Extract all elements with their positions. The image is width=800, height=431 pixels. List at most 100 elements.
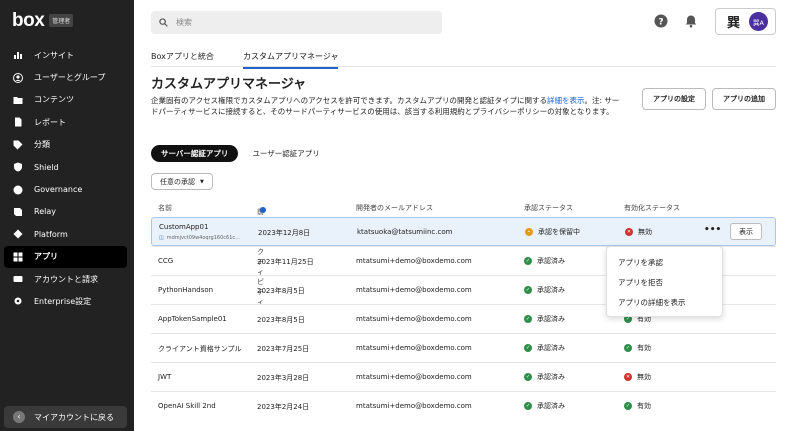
table-row[interactable]: クライアント資格サンプル 2023年7月25日 mtatsumi+demo@bo… bbox=[151, 333, 776, 362]
header-approval-status[interactable]: 承認ステータス bbox=[524, 203, 573, 213]
check-icon: ✓ bbox=[524, 402, 532, 410]
dev-email: mtatsumi+demo@boxdemo.com bbox=[356, 257, 472, 265]
dev-email: mtatsumi+demo@boxdemo.com bbox=[356, 315, 472, 323]
folder-icon bbox=[13, 95, 23, 105]
search-icon bbox=[159, 18, 168, 27]
sidebar: box 管理者 インサイト ユーザーとグループ コンテンツ レポート 分類 Sh… bbox=[0, 0, 134, 431]
table-row[interactable]: JWT 2023年3月28日 mtatsumi+demo@boxdemo.com… bbox=[151, 362, 776, 391]
sidebar-item-content[interactable]: コンテンツ bbox=[4, 89, 127, 111]
app-name[interactable]: CCG bbox=[158, 257, 173, 265]
sidebar-item-enterprise-settings[interactable]: Enterprise設定 bbox=[4, 290, 127, 312]
platform-icon bbox=[13, 229, 23, 239]
approval-filter-dropdown[interactable]: 任意の承認 ▼ bbox=[151, 173, 213, 190]
admin-badge: 管理者 bbox=[49, 14, 74, 27]
dev-email: mtatsumi+demo@boxdemo.com bbox=[356, 286, 472, 294]
last-activity: 2023年3月28日 bbox=[257, 374, 310, 382]
last-activity: 2023年11月25日 bbox=[257, 258, 314, 266]
bar-chart-icon bbox=[13, 50, 23, 60]
box-logo[interactable]: box 管理者 bbox=[12, 10, 74, 31]
sidebar-item-label: Enterprise設定 bbox=[34, 296, 92, 306]
view-button[interactable]: 表示 bbox=[730, 223, 762, 240]
check-icon: ✓ bbox=[524, 286, 532, 294]
client-id: ◫ mdmjvct09w4oqrg160c61c... bbox=[159, 235, 240, 241]
approval-status: ✓ 承認済み bbox=[524, 314, 565, 324]
logo-text: box bbox=[12, 10, 45, 31]
approval-status: ✓ 承認済み bbox=[524, 343, 565, 353]
settings-icon bbox=[13, 296, 23, 306]
desc-text-1: 企業固有のアクセス権限でカスタムアプリへのアクセスを許可できます。カスタムアプリ… bbox=[151, 96, 547, 105]
last-activity: 2023年12月8日 bbox=[258, 229, 311, 237]
enable-status: ✕ 無効 bbox=[625, 227, 652, 237]
page-title: カスタムアプリマネージャ bbox=[151, 77, 307, 92]
sidebar-item-reports[interactable]: レポート bbox=[4, 111, 127, 133]
tab-box-apps[interactable]: Boxアプリと統合 bbox=[151, 51, 214, 62]
sidebar-item-shield[interactable]: Shield bbox=[4, 156, 127, 178]
sidebar-item-apps[interactable]: アプリ bbox=[4, 245, 127, 268]
search-bar[interactable] bbox=[151, 11, 442, 34]
sidebar-item-governance[interactable]: Governance bbox=[4, 178, 127, 200]
sidebar-item-label: Governance bbox=[34, 185, 83, 195]
search-input[interactable] bbox=[176, 18, 416, 27]
approval-text: 承認済み bbox=[537, 344, 565, 352]
header-dev-email[interactable]: 開発者のメールアドレス bbox=[356, 203, 433, 213]
last-activity: 2023年2月24日 bbox=[257, 403, 310, 411]
back-to-my-account[interactable]: ‹ マイアカウントに戻る bbox=[4, 406, 127, 428]
svg-text:?: ? bbox=[658, 18, 663, 28]
sidebar-item-platform[interactable]: Platform bbox=[4, 223, 127, 245]
back-label: マイアカウントに戻る bbox=[34, 412, 114, 422]
link-icon: ◫ bbox=[159, 235, 164, 241]
dev-email: mtatsumi+demo@boxdemo.com bbox=[356, 373, 472, 381]
sidebar-item-classification[interactable]: 分類 bbox=[4, 134, 127, 156]
app-name[interactable]: CustomApp01 bbox=[159, 223, 208, 231]
governance-icon bbox=[13, 185, 23, 195]
last-activity: 2023年8月5日 bbox=[257, 287, 305, 295]
sidebar-item-label: アカウントと請求 bbox=[34, 274, 98, 284]
details-link[interactable]: 詳細を表示 bbox=[547, 96, 585, 105]
help-icon[interactable]: ? bbox=[654, 14, 668, 28]
check-icon: ✓ bbox=[624, 344, 632, 352]
last-activity: 2023年8月5日 bbox=[257, 316, 305, 324]
app-name[interactable]: PythonHandson bbox=[158, 286, 213, 294]
app-settings-button[interactable]: アプリの設定 bbox=[642, 88, 706, 110]
enable-status: ✓ 有効 bbox=[624, 401, 651, 411]
sidebar-item-insights[interactable]: インサイト bbox=[4, 44, 127, 66]
approval-status: ✓ 承認済み bbox=[524, 401, 565, 411]
sidebar-item-label: 分類 bbox=[34, 140, 50, 150]
dev-email: mtatsumi+demo@boxdemo.com bbox=[356, 402, 472, 410]
menu-view-app-details[interactable]: アプリの詳細を表示 bbox=[607, 292, 722, 312]
enable-text: 無効 bbox=[638, 228, 652, 236]
sidebar-item-users[interactable]: ユーザーとグループ bbox=[4, 66, 127, 88]
more-options-button[interactable]: ••• bbox=[704, 225, 721, 239]
approval-text: 承認を保留中 bbox=[538, 228, 580, 236]
table-row[interactable]: CustomApp01 ◫ mdmjvct09w4oqrg160c61c... 2… bbox=[151, 217, 776, 246]
header-name[interactable]: 名前 bbox=[158, 203, 172, 213]
tab-user-auth-apps[interactable]: ユーザー認証アプリ bbox=[242, 145, 329, 162]
app-name[interactable]: OpenAI Skill 2nd bbox=[158, 402, 216, 410]
app-name[interactable]: AppTokenSample01 bbox=[158, 315, 227, 323]
client-id-text: mdmjvct09w4oqrg160c61c... bbox=[166, 235, 240, 241]
sidebar-item-label: レポート bbox=[34, 117, 66, 127]
tab-server-auth-apps[interactable]: サーバー認証アプリ bbox=[151, 145, 239, 162]
last-activity: 2023年7月25日 bbox=[257, 345, 310, 353]
header-enable-status[interactable]: 有効化ステータス bbox=[624, 203, 680, 213]
bell-icon[interactable] bbox=[684, 14, 698, 28]
user-menu[interactable]: 巽 巽A bbox=[715, 8, 776, 35]
menu-reject-app[interactable]: アプリを拒否 bbox=[607, 272, 722, 292]
relay-icon bbox=[13, 207, 23, 217]
user-icon bbox=[13, 72, 23, 83]
approval-text: 承認済み bbox=[537, 402, 565, 410]
app-name[interactable]: クライアント資格サンプル bbox=[158, 344, 242, 354]
enable-text: 有効 bbox=[637, 402, 651, 410]
enable-status: ✕ 無効 bbox=[624, 372, 651, 382]
sidebar-nav: インサイト ユーザーとグループ コンテンツ レポート 分類 Shield Gov… bbox=[4, 44, 127, 313]
sidebar-item-relay[interactable]: Relay bbox=[4, 201, 127, 223]
add-app-button[interactable]: アプリの追加 bbox=[712, 88, 776, 110]
menu-approve-app[interactable]: アプリを承認 bbox=[607, 252, 722, 272]
table-row[interactable]: OpenAI Skill 2nd 2023年2月24日 mtatsumi+dem… bbox=[151, 391, 776, 420]
app-name[interactable]: JWT bbox=[158, 373, 171, 381]
tab-bar: Boxアプリと統合 カスタムアプリマネージャ bbox=[151, 45, 776, 69]
table-header: 名前 前回のアクティビティ▼ 開発者のメールアドレス 承認ステータス 有効化ステ… bbox=[151, 199, 776, 306]
tab-custom-app-manager[interactable]: カスタムアプリマネージャ bbox=[243, 51, 339, 69]
sidebar-item-billing[interactable]: アカウントと請求 bbox=[4, 268, 127, 290]
row-context-menu: アプリを承認 アプリを拒否 アプリの詳細を表示 bbox=[606, 246, 723, 317]
